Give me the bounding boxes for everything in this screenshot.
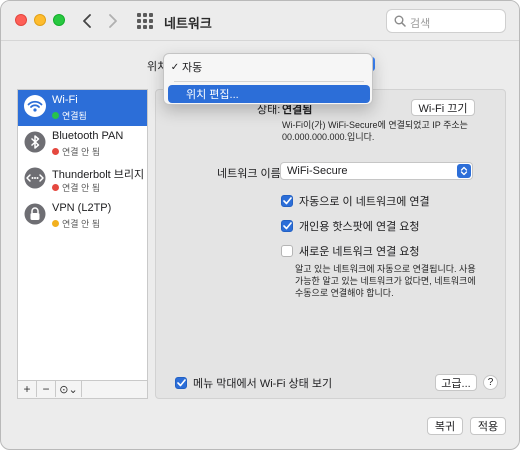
service-status-text: 연결 안 됨 [62, 147, 101, 157]
checkbox-label: 개인용 핫스팟에 연결 요청 [299, 221, 420, 233]
bluetooth-icon [24, 131, 46, 153]
service-item-wifi[interactable]: Wi-Fi 연결됨 [18, 90, 147, 126]
search-icon [394, 15, 406, 27]
show-wifi-in-menubar-checkbox[interactable]: 메뉴 막대에서 Wi-Fi 상태 보기 [175, 376, 332, 390]
status-dot-disconnected [52, 184, 59, 191]
checkmark-icon: ✓ [170, 61, 180, 73]
service-status: 연결 안 됨 [52, 145, 100, 158]
title-bar: 네트워크 검색 [1, 1, 519, 41]
show-all-grid-icon[interactable] [137, 13, 153, 29]
auto-join-checkbox[interactable]: 자동으로 이 네트워크에 연결 [281, 194, 430, 208]
checkmark-icon [282, 222, 292, 230]
add-service-button[interactable]: + [18, 381, 37, 397]
service-name: Wi-Fi [52, 94, 78, 106]
status-dot-inactive [52, 220, 59, 227]
checkmark-icon [282, 197, 292, 205]
search-placeholder: 검색 [410, 18, 431, 30]
service-status: 연결 안 됨 [52, 217, 100, 230]
apply-button[interactable]: 적용 [470, 417, 506, 435]
helper-text: 알고 있는 네트워크에 자동으로 연결됩니다. 사용 가능한 알고 있는 네트워… [295, 264, 476, 298]
service-name: Thunderbolt 브리지 [52, 169, 145, 181]
back-button[interactable] [77, 11, 97, 31]
service-name: Bluetooth PAN [52, 130, 124, 142]
advanced-button[interactable]: 고급... [435, 374, 477, 391]
minimize-window-button[interactable] [34, 14, 46, 26]
checkbox-unchecked [281, 245, 293, 257]
checkbox-label: 새로운 네트워크 연결 요청 [299, 246, 420, 258]
service-status: 연결 안 됨 [52, 181, 100, 194]
service-item-thunderbolt-bridge[interactable]: Thunderbolt 브리지 연결 안 됨 [18, 162, 147, 198]
network-name-popup[interactable]: WiFi-Secure [280, 162, 473, 180]
network-preferences-window: 네트워크 검색 위치 Wi-Fi 연결됨 Bluetooth PAN 연결 안 … [0, 0, 520, 450]
location-menu-item-automatic[interactable]: ✓ 자동 [168, 58, 370, 76]
service-list: Wi-Fi 연결됨 Bluetooth PAN 연결 안 됨 Thunderbo… [17, 89, 148, 381]
forward-button[interactable] [103, 11, 123, 31]
checkbox-label: 메뉴 막대에서 Wi-Fi 상태 보기 [193, 378, 333, 390]
status-dot-connected [52, 112, 59, 119]
network-name-label: 네트워크 이름: [217, 168, 284, 180]
service-list-toolbar: + − ⊙⌄ [17, 381, 148, 399]
ask-hotspot-checkbox[interactable]: 개인용 핫스팟에 연결 요청 [281, 219, 420, 233]
close-window-button[interactable] [15, 14, 27, 26]
service-status-text: 연결 안 됨 [62, 219, 101, 229]
status-dot-disconnected [52, 148, 59, 155]
checkmark-icon [176, 379, 186, 387]
checkbox-checked [175, 377, 187, 389]
checkbox-checked [281, 220, 293, 232]
service-name: VPN (L2TP) [52, 202, 112, 214]
service-item-vpn-l2tp[interactable]: VPN (L2TP) 연결 안 됨 [18, 198, 147, 234]
service-status: 연결됨 [52, 109, 87, 122]
help-button[interactable]: ? [483, 375, 498, 390]
up-down-chevron-icon [457, 164, 471, 178]
search-field[interactable]: 검색 [386, 9, 506, 33]
window-title: 네트워크 [164, 16, 212, 31]
chevron-right-icon [109, 14, 117, 28]
lock-icon [24, 203, 46, 225]
checkbox-checked [281, 195, 293, 207]
remove-service-button[interactable]: − [37, 381, 56, 397]
wifi-icon [24, 95, 46, 117]
checkbox-label: 자동으로 이 네트워크에 연결 [299, 196, 430, 208]
service-item-bluetooth-pan[interactable]: Bluetooth PAN 연결 안 됨 [18, 126, 147, 162]
wifi-off-button[interactable]: Wi-Fi 끄기 [411, 99, 475, 116]
location-dropdown-menu: ✓ 자동 위치 편집... [163, 53, 373, 105]
revert-button[interactable]: 복귀 [427, 417, 463, 435]
menu-separator [174, 81, 364, 82]
service-status-text: 연결 안 됨 [62, 183, 101, 193]
menu-item-label: 위치 편집... [186, 89, 239, 101]
network-name-value: WiFi-Secure [287, 165, 348, 177]
zoom-window-button[interactable] [53, 14, 65, 26]
thunderbolt-bridge-icon [24, 167, 46, 189]
status-description: Wi-Fi이(가) WiFi-Secure에 연결되었고 IP 주소는 00.0… [282, 120, 468, 142]
chevron-left-icon [83, 14, 91, 28]
service-status-text: 연결됨 [62, 111, 87, 121]
location-menu-item-edit[interactable]: 위치 편집... [168, 85, 370, 103]
ask-new-networks-checkbox[interactable]: 새로운 네트워크 연결 요청 [281, 244, 420, 258]
service-actions-menu-button[interactable]: ⊙⌄ [56, 381, 82, 397]
menu-item-label: 자동 [182, 62, 203, 74]
